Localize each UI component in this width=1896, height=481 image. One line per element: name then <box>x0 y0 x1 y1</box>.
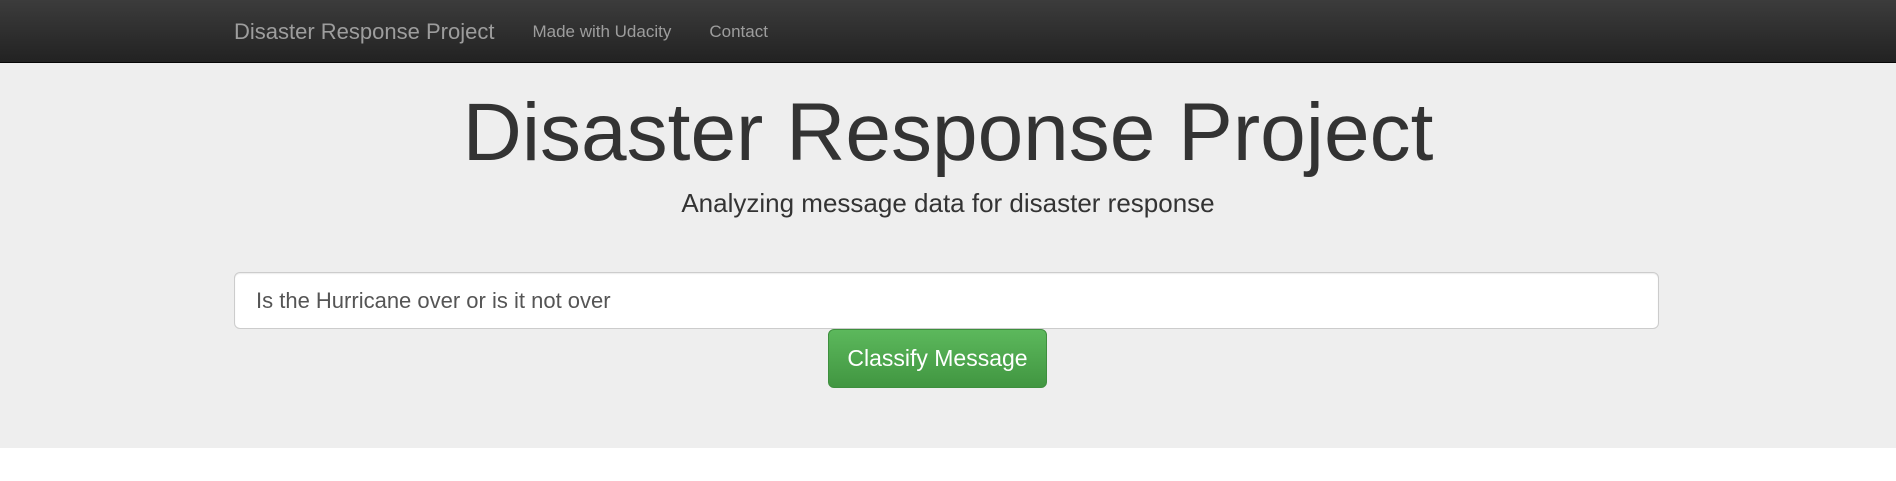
top-navbar: Disaster Response Project Made with Udac… <box>0 0 1896 63</box>
navbar-brand-link[interactable]: Disaster Response Project <box>234 0 494 63</box>
nav-link-made-with-udacity[interactable]: Made with Udacity <box>532 0 671 63</box>
page-title: Disaster Response Project <box>462 87 1434 178</box>
navbar-container: Disaster Response Project Made with Udac… <box>234 0 806 63</box>
classify-message-button[interactable]: Classify Message <box>828 329 1047 388</box>
message-input[interactable] <box>234 272 1659 329</box>
nav-link-contact[interactable]: Contact <box>709 0 768 63</box>
jumbotron: Disaster Response Project Analyzing mess… <box>0 63 1896 448</box>
page-subtitle: Analyzing message data for disaster resp… <box>681 188 1215 218</box>
